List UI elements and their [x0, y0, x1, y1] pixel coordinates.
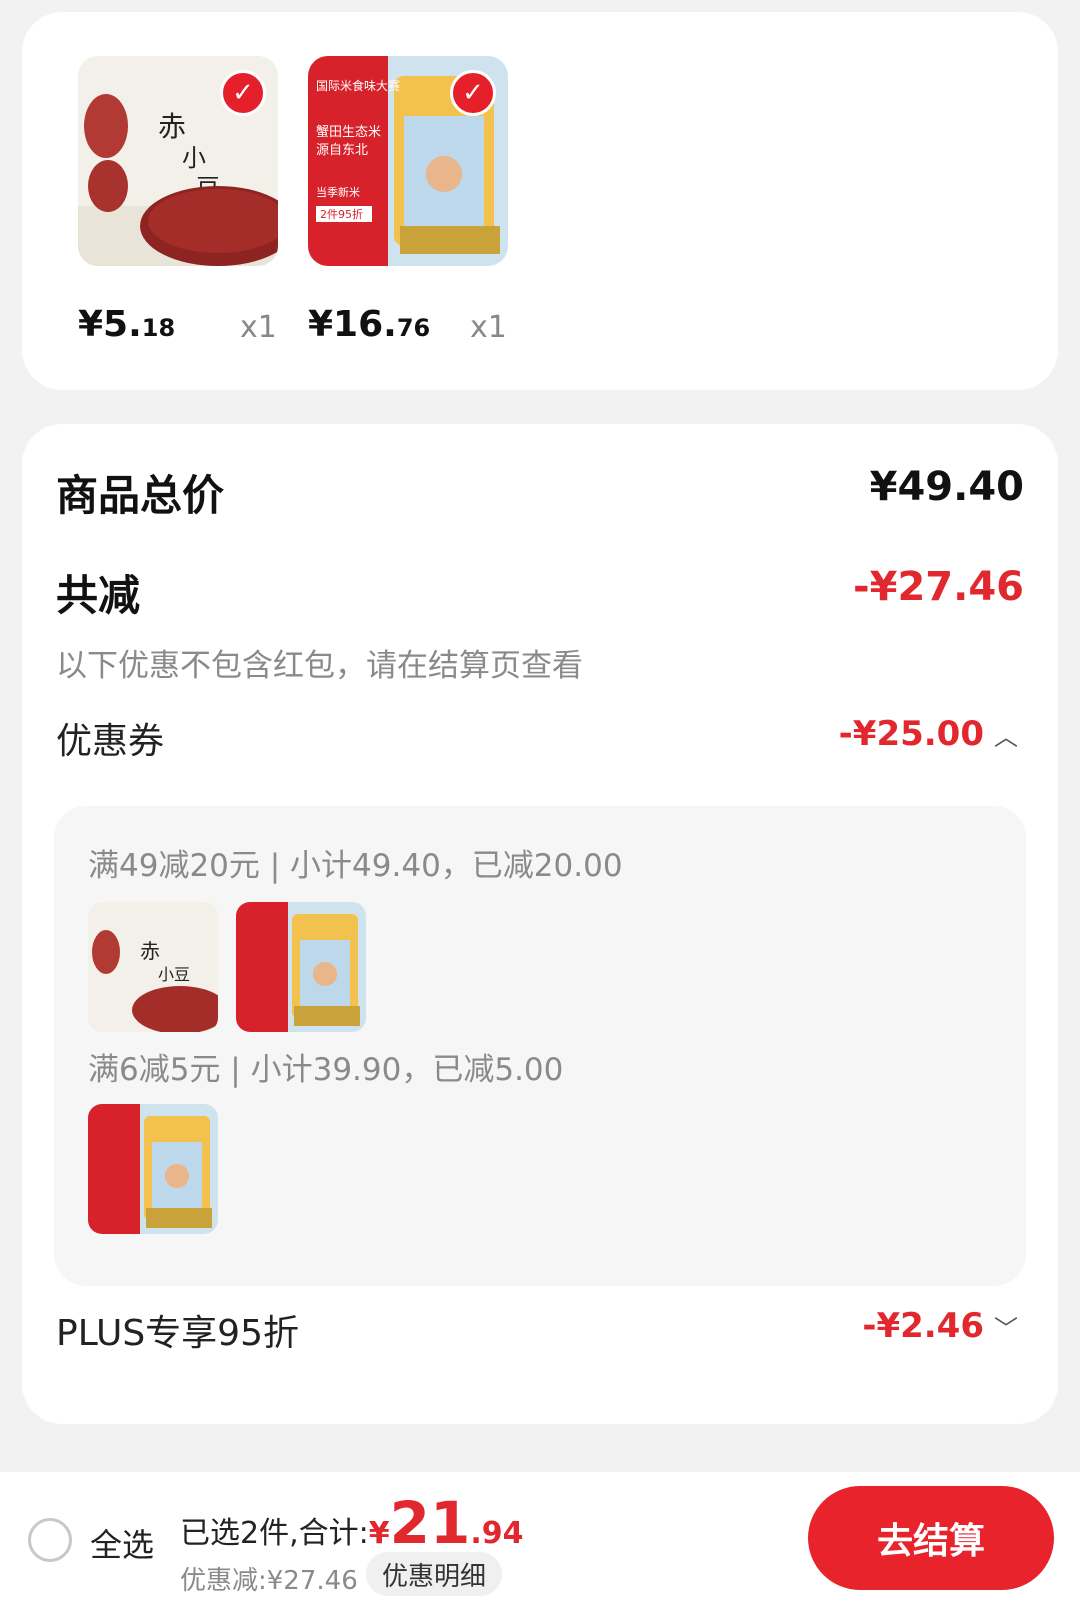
- selected-count-text: 已选2件,合计:: [180, 1516, 369, 1551]
- product-qty: x1: [240, 310, 277, 345]
- selected-check-icon[interactable]: ✓: [220, 70, 266, 116]
- svg-text:源自东北: 源自东北: [316, 143, 368, 158]
- checkout-button[interactable]: 去结算: [808, 1486, 1054, 1590]
- discount-detail-button[interactable]: 优惠明细: [366, 1552, 502, 1596]
- discount-note: 以下优惠不包含红包，请在结算页查看: [56, 648, 583, 684]
- svg-text:蟹田生态米: 蟹田生态米: [316, 125, 381, 140]
- total-amount: ¥ 21 .94: [368, 1489, 524, 1557]
- coupon-rule: 满49减20元 | 小计49.40，已减20.00: [88, 848, 623, 884]
- svg-text:赤: 赤: [158, 110, 186, 143]
- product-image-rice[interactable]: 国际米食味大赛 蟹田生态米 源自东北 当季新米 2件95折 ✓: [308, 56, 508, 266]
- price-breakdown-card: 商品总价 ¥49.40 共减 -¥27.46 以下优惠不包含红包，请在结算页查看…: [22, 424, 1058, 1424]
- product-qty: x1: [470, 310, 507, 345]
- total-price-value: ¥49.40: [869, 464, 1024, 510]
- select-all-radio[interactable]: [28, 1518, 72, 1562]
- plus-discount-label: PLUS专享95折: [56, 1313, 299, 1354]
- total-price-label: 商品总价: [56, 471, 225, 520]
- select-all-label[interactable]: 全选: [90, 1520, 154, 1566]
- product-price: ¥5.18: [78, 304, 176, 345]
- coupon-rule: 满6减5元 | 小计39.90，已减5.00: [88, 1052, 564, 1088]
- svg-text:赤: 赤: [140, 939, 160, 963]
- chevron-down-icon: ﹀: [994, 1314, 1018, 1343]
- product-thumb-rice: [236, 902, 366, 1032]
- coupon-detail-panel: 满49减20元 | 小计49.40，已减20.00 赤 小豆 满6减5元 | 小…: [54, 806, 1026, 1286]
- coupon-value: -¥25.00: [838, 714, 984, 754]
- product-thumb-adzuki: 赤 小豆: [88, 902, 218, 1032]
- chevron-up-icon: ︿: [994, 722, 1018, 751]
- plus-discount-toggle[interactable]: -¥2.46 ﹀: [862, 1306, 1018, 1346]
- svg-text:国际米食味大赛: 国际米食味大赛: [316, 78, 400, 93]
- checkout-bar: 全选 已选2件,合计: ¥ 21 .94 优惠减:¥27.46 优惠明细 去结算: [0, 1472, 1080, 1608]
- selected-products-card: 赤 小 豆 ✓ ¥5.18 x1 国际米食味大赛 蟹田生态米 源自东北 当季新米…: [22, 12, 1058, 390]
- total-reduce-value: -¥27.46: [853, 564, 1024, 610]
- svg-text:当季新米: 当季新米: [316, 185, 360, 199]
- coupon-label: 优惠券: [56, 721, 165, 762]
- product-image-adzuki[interactable]: 赤 小 豆 ✓: [78, 56, 278, 266]
- selected-check-icon[interactable]: ✓: [450, 70, 496, 116]
- plus-discount-value: -¥2.46: [862, 1306, 984, 1346]
- svg-text:2件95折: 2件95折: [320, 207, 363, 221]
- svg-text:小豆: 小豆: [158, 965, 190, 984]
- discount-amount: 优惠减:¥27.46: [180, 1566, 358, 1596]
- selected-summary: 已选2件,合计: ¥ 21 .94: [180, 1494, 523, 1552]
- product-thumb-rice: [88, 1104, 218, 1234]
- product-price: ¥16.76: [308, 304, 431, 345]
- total-reduce-label: 共减: [56, 571, 141, 620]
- coupon-toggle[interactable]: -¥25.00 ︿: [839, 714, 1018, 754]
- svg-text:小: 小: [182, 144, 206, 172]
